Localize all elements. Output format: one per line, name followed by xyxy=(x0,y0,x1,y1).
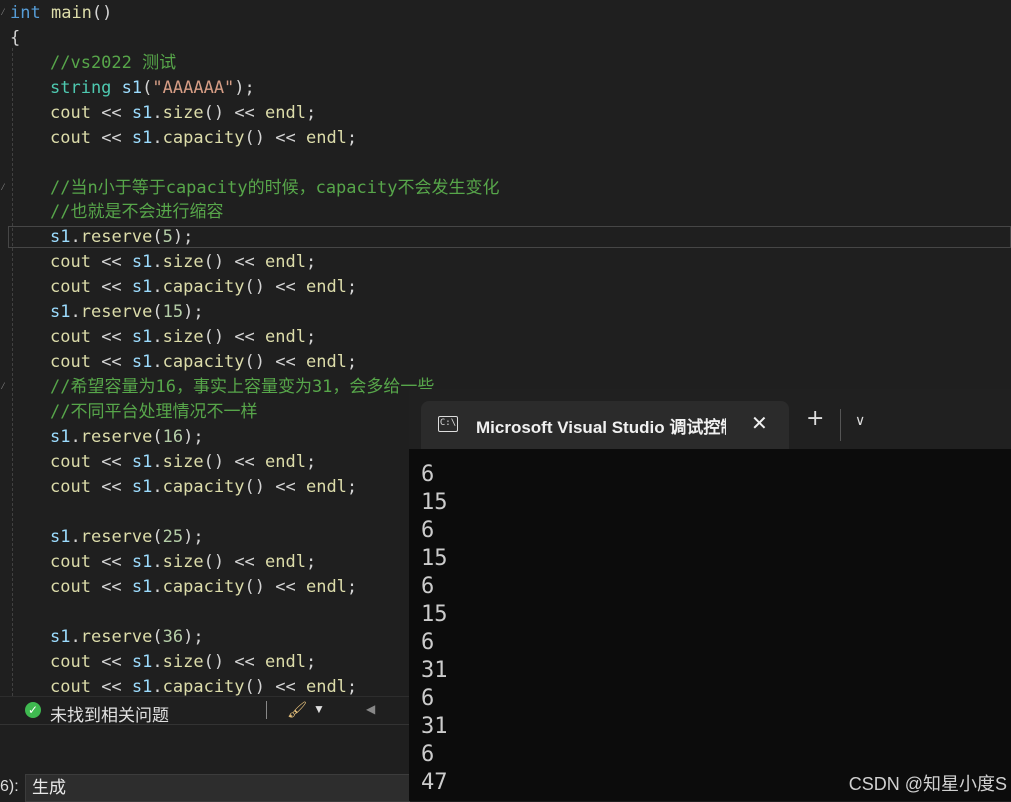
code-line-reserve: s1.reserve(36); xyxy=(50,627,204,647)
code-comment: //vs2022 测试 xyxy=(50,53,177,73)
fold-marker[interactable]: ⁄ xyxy=(0,8,8,18)
terminal-output-line: 15 xyxy=(421,602,448,627)
output-source-label: 6): xyxy=(0,778,19,795)
code-line-brace: { xyxy=(10,28,21,48)
code-line-cout-capacity: cout << s1.capacity() << endl; xyxy=(50,352,358,372)
terminal-tab-title: Microsoft Visual Studio 调试控制台 xyxy=(476,418,726,437)
fold-marker[interactable]: ⁄ xyxy=(0,183,8,193)
scroll-left-icon[interactable]: ◀ xyxy=(366,702,375,716)
new-tab-plus-icon[interactable]: + xyxy=(806,408,824,430)
close-tab-icon[interactable]: ✕ xyxy=(751,411,768,435)
terminal-output-line: 47 xyxy=(421,770,448,795)
code-line-cout-size: cout << s1.size() << endl; xyxy=(50,652,317,672)
indent-guide xyxy=(12,48,14,696)
code-comment: //当n小于等于capacity的时候，capacity不会发生变化 xyxy=(50,178,500,198)
terminal-output-line: 6 xyxy=(421,630,435,655)
code-line-cout-capacity: cout << s1.capacity() << endl; xyxy=(50,277,358,297)
code-line-cout-size: cout << s1.size() << endl; xyxy=(50,103,317,123)
terminal-output-line: 6 xyxy=(421,574,435,599)
chevron-down-icon[interactable]: ∨ xyxy=(855,413,865,429)
titlebar-divider xyxy=(840,409,841,441)
error-status-bar: ✓ 未找到相关问题 🖌 ▼ ◀ xyxy=(0,696,410,725)
terminal-output-line: 6 xyxy=(421,742,435,767)
code-line-cout-size: cout << s1.size() << endl; xyxy=(50,552,317,572)
terminal-titlebar: C:\ Microsoft Visual Studio 调试控制台 ✕ + ∨ xyxy=(409,389,1011,449)
terminal-output-line: 31 xyxy=(421,658,448,683)
terminal-output-line: 6 xyxy=(421,686,435,711)
terminal-output-line: 6 xyxy=(421,462,435,487)
code-line-cout-capacity: cout << s1.capacity() << endl; xyxy=(50,128,358,148)
code-line-cout-capacity: cout << s1.capacity() << endl; xyxy=(50,477,358,497)
check-icon: ✓ xyxy=(25,702,41,718)
watermark: CSDN @知星小度S xyxy=(848,774,1007,794)
status-divider xyxy=(266,701,267,719)
code-line-cout-capacity: cout << s1.capacity() << endl; xyxy=(50,677,358,696)
code-line-cout-size: cout << s1.size() << endl; xyxy=(50,327,317,347)
code-comment: //也就是不会进行缩容 xyxy=(50,202,224,222)
terminal-tab[interactable]: C:\ Microsoft Visual Studio 调试控制台 ✕ xyxy=(421,401,789,449)
terminal-output-line: 15 xyxy=(421,490,448,515)
code-line-cout-capacity: cout << s1.capacity() << endl; xyxy=(50,577,358,597)
code-line-cout-size: cout << s1.size() << endl; xyxy=(50,452,317,472)
terminal-output-line: 15 xyxy=(421,546,448,571)
code-cleanup-brush-icon[interactable]: 🖌 xyxy=(287,700,307,720)
code-line-reserve: s1.reserve(16); xyxy=(50,427,204,447)
code-comment: //希望容量为16，事实上容量变为31，会多给一些 xyxy=(50,377,435,397)
output-panel: 6): 生成 xyxy=(0,724,410,802)
code-line-cout-size: cout << s1.size() << endl; xyxy=(50,252,317,272)
code-line-reserve: s1.reserve(25); xyxy=(50,527,204,547)
cleanup-dropdown-icon[interactable]: ▼ xyxy=(313,702,325,716)
code-line-reserve: s1.reserve(5); xyxy=(50,227,194,247)
code-comment: //不同平台处理情况不一样 xyxy=(50,402,258,422)
terminal-output-line: 31 xyxy=(421,714,448,739)
issues-status-text[interactable]: 未找到相关问题 xyxy=(50,701,169,726)
code-line-reserve: s1.reserve(15); xyxy=(50,302,204,322)
code-line-main: int main() xyxy=(10,3,113,23)
debug-console-window: C:\ Microsoft Visual Studio 调试控制台 ✕ + ∨ … xyxy=(409,389,1011,801)
output-source-select[interactable]: 生成 xyxy=(25,774,410,802)
console-icon: C:\ xyxy=(438,416,458,432)
terminal-output-line: 6 xyxy=(421,518,435,543)
terminal-output: 6 15 6 15 6 15 6 31 6 31 6 47 xyxy=(421,461,448,797)
code-line-decl: string s1("AAAAAA"); xyxy=(50,78,255,98)
fold-marker[interactable]: ⁄ xyxy=(0,382,8,392)
